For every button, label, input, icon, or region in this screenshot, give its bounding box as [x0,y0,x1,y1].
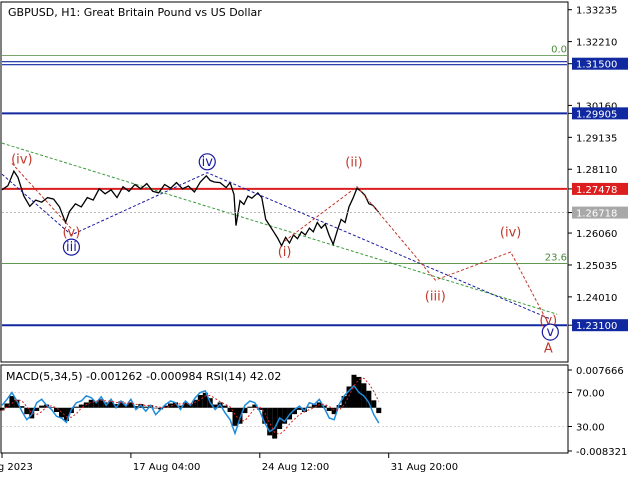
macd-bar-71 [351,374,357,408]
price-label-11: 1.24010 [576,293,617,304]
time-label-2: 24 Aug 12:00 [262,462,329,473]
wave-label-10: A [544,342,553,357]
fib-label-1: 23.6 [545,253,567,264]
price-label-5: 1.29135 [576,133,617,144]
price-flag-label-4: 1.29905 [576,109,617,120]
macd-bar-8 [39,405,45,408]
wave-label-0: (iv) [11,152,32,167]
chart-background [0,0,640,480]
price-flag-label-2: 1.31500 [576,60,617,71]
macd-label-1: 70.00 [576,389,605,400]
chart-title: GBPUSD, H1: Great Britain Pound vs US Do… [8,6,262,19]
macd-bar-66 [326,407,332,411]
price-label-10: 1.25035 [576,261,617,272]
wave-label-6: (iii) [425,289,446,304]
macd-bar-12 [58,407,64,418]
macd-bar-2 [9,396,15,408]
time-label-3: 31 Aug 20:00 [391,462,458,473]
price-label-1: 1.32210 [576,38,617,49]
macd-bar-18 [88,399,94,408]
wave-label-9: v [546,325,554,340]
fib-label-0: 0.0 [551,45,567,56]
chart-root: 0.023.6 (iv)(v)iiiiv (ii)(i)(iii)(iv)(v)v… [0,0,640,480]
macd-bar-75 [371,400,377,408]
price-flag-label-8: 1.26718 [576,209,617,220]
macd-label-3: -0.008321 [576,447,627,458]
macd-bar-29 [143,406,149,408]
price-flag-label-7: 1.27478 [576,185,617,196]
time-label-1: 17 Aug 04:00 [133,462,200,473]
wave-label-2: iii [66,240,77,255]
macd-bar-31 [153,407,159,409]
macd-bar-40 [197,394,203,408]
wave-label-1: (v) [62,225,80,240]
price-label-9: 1.26060 [576,229,617,240]
macd-bar-15 [73,406,79,408]
macd-bar-76 [376,407,382,414]
wave-label-4: (ii) [345,155,362,170]
wave-label-7: (iv) [500,225,521,240]
wave-label-3: iv [202,155,214,170]
price-label-6: 1.28110 [576,165,617,176]
macd-bar-50 [247,406,253,408]
macd-label-0: 0.007666 [576,366,624,377]
price-label-0: 1.33235 [576,6,617,17]
price-flag-label-12: 1.23100 [576,321,617,332]
macd-label-2: 30.00 [576,423,605,434]
wave-label-5: (i) [278,245,292,260]
macd-title: MACD(5,34,5) -0.001262 -0.000984 RSI(14)… [6,370,281,383]
time-label-0: 9 Aug 2023 [0,462,33,473]
macd-bar-45 [222,405,228,408]
